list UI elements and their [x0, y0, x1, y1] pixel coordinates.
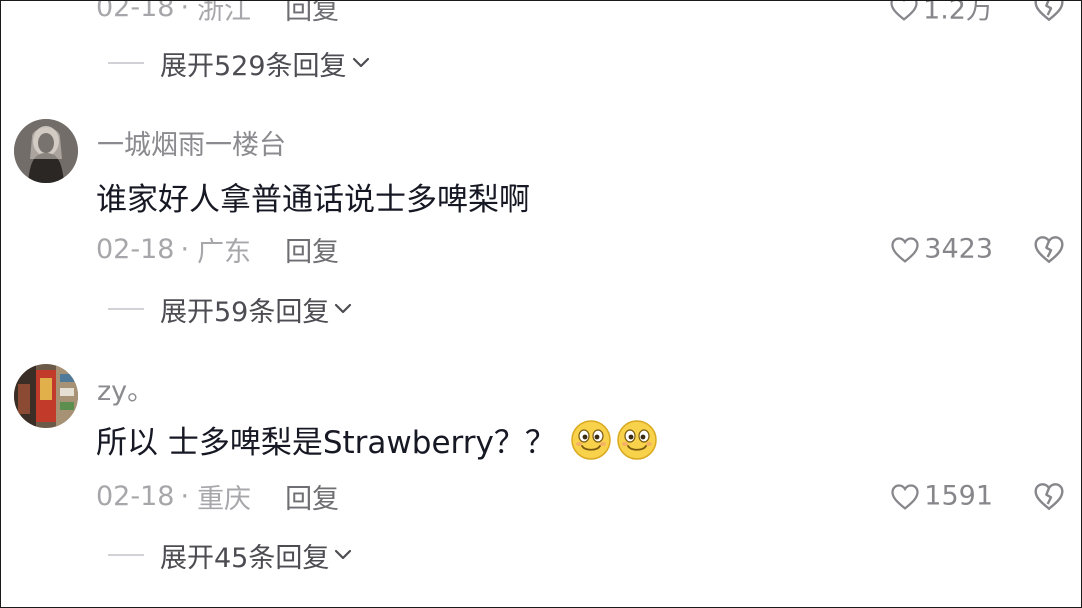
chevron-down-icon [335, 303, 352, 314]
like-count: 3423 [924, 233, 993, 265]
comment-body: 所以 士多啤梨是Strawberry？？ [96, 425, 556, 461]
grinning-face-emoji [617, 419, 657, 460]
comment-list: 02-18 · 浙江 回复 1.2万 展开529条回复 一城烟雨一楼台 谁家好人… [0, 0, 1082, 608]
avatar-image [14, 119, 78, 183]
avatar[interactable] [14, 119, 78, 183]
chevron-down-icon [335, 549, 352, 560]
like-count: 1591 [924, 480, 993, 512]
meta-separator: · [180, 0, 190, 23]
broken-heart-icon[interactable] [1033, 0, 1065, 22]
chevron-down-icon [352, 57, 369, 68]
comment-date: 02-18 [96, 0, 175, 23]
comment-date: 02-18 [96, 480, 175, 512]
expand-replies-button[interactable]: 展开59条回复 [108, 289, 353, 329]
expand-replies-label: 展开45条回复 [160, 542, 330, 574]
comment-text: 谁家好人拿普通话说士多啤梨啊 [96, 174, 530, 219]
comment-username[interactable]: 一城烟雨一楼台 [97, 123, 286, 162]
expand-divider [108, 308, 144, 310]
expand-replies-button[interactable]: 展开45条回复 [108, 535, 353, 575]
like-count: 1.2万 [923, 0, 993, 26]
avatar[interactable] [14, 364, 78, 428]
avatar-image [14, 364, 78, 428]
comment-location: 浙江 [197, 0, 252, 26]
reply-button[interactable]: 回复 [285, 230, 339, 269]
heart-outline-icon [890, 1, 918, 21]
meta-separator: · [180, 480, 190, 512]
comment-location: 广东 [197, 236, 252, 268]
reply-button[interactable]: 回复 [285, 1, 339, 27]
heart-outline-icon [891, 483, 919, 510]
comment-body: 谁家好人拿普通话说士多啤梨啊 [96, 182, 530, 218]
comment-date: 02-18 [96, 233, 175, 265]
comment-username[interactable]: zy。 [97, 369, 154, 408]
comment-meta-row: 02-18 · 浙江 回复 1.2万 [96, 0, 1081, 27]
broken-heart-icon[interactable] [1033, 234, 1065, 264]
reply-button[interactable]: 回复 [285, 477, 339, 516]
comment-meta-row: 02-18 · 广东 回复 3423 [96, 229, 1081, 269]
expand-replies-label: 展开529条回复 [160, 50, 347, 82]
like-button[interactable]: 3423 [890, 234, 993, 265]
meta-separator: · [180, 233, 190, 265]
broken-heart-icon[interactable] [1033, 481, 1065, 511]
comment-meta-row: 02-18 · 重庆 回复 1591 [96, 476, 1081, 516]
expand-divider [108, 62, 144, 64]
like-button[interactable]: 1591 [890, 481, 993, 512]
grinning-face-emoji [571, 419, 611, 460]
expand-replies-label: 展开59条回复 [160, 296, 330, 328]
comment-text: 所以 士多啤梨是Strawberry？？ [96, 417, 658, 462]
heart-outline-icon [891, 236, 919, 263]
expand-replies-button[interactable]: 展开529条回复 [108, 43, 371, 83]
like-button[interactable]: 1.2万 [889, 0, 993, 27]
expand-divider [108, 554, 144, 556]
comment-location: 重庆 [197, 483, 252, 515]
